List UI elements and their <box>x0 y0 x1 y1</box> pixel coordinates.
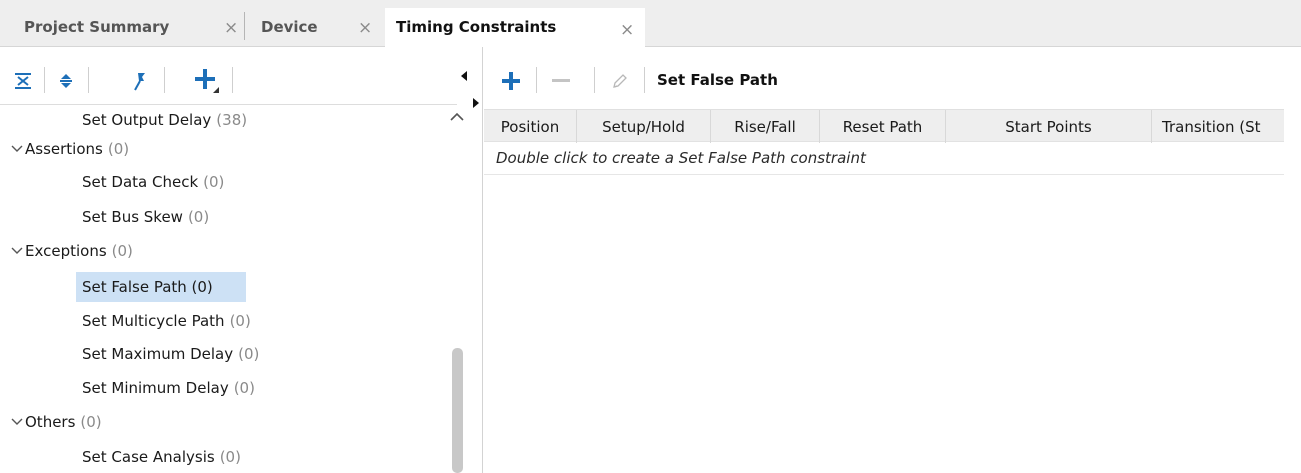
column-header-transition[interactable]: Transition (St <box>1152 110 1284 143</box>
toolbar-divider <box>644 67 645 93</box>
close-icon[interactable]: × <box>224 20 238 37</box>
close-icon[interactable]: × <box>620 22 634 39</box>
constraints-tree: Set Output Delay (38) Assertions (0) Set… <box>0 106 444 473</box>
toolbar-divider <box>88 67 89 93</box>
table-header: Position Setup/Hold Rise/Fall Reset Path… <box>484 109 1284 143</box>
toolbar-divider <box>44 67 45 93</box>
tree-item-label: Set Multicycle Path <box>82 312 225 330</box>
tree-group-label: Others <box>25 413 76 431</box>
column-header-reset-path[interactable]: Reset Path <box>820 110 946 143</box>
tree-toolbar <box>0 57 460 105</box>
tab-label: Device <box>261 18 318 36</box>
toolbar-divider <box>232 67 233 93</box>
tree-item-set-maximum-delay[interactable]: Set Maximum Delay (0) <box>0 339 444 369</box>
toolbar-divider <box>536 67 537 93</box>
tree-item-count: (0) <box>187 208 210 226</box>
tree-item-count: (0) <box>233 379 255 397</box>
tree-item-count: (0) <box>238 345 260 363</box>
tree-item-set-case-analysis[interactable]: Set Case Analysis (0) <box>0 442 444 472</box>
toolbar-divider <box>164 67 165 93</box>
tab-device[interactable]: Device × <box>245 8 385 47</box>
constraint-toolbar: Set False Path <box>484 57 1301 105</box>
tree-item-count: (0) <box>219 448 241 466</box>
tab-label: Project Summary <box>24 18 170 36</box>
toolbar-divider <box>594 67 595 93</box>
editor-tab-bar: Project Summary × Device × Timing Constr… <box>0 0 1301 47</box>
tree-item-label: Set False Path (0) <box>82 278 213 296</box>
tree-item-count: (38) <box>216 111 248 129</box>
tree-group-exceptions[interactable]: Exceptions (0) <box>0 236 444 266</box>
tree-item-count: (0) <box>107 140 130 158</box>
tree-item-label: Set Output Delay <box>82 111 212 129</box>
remove-icon[interactable] <box>546 65 576 97</box>
tree-group-assertions[interactable]: Assertions (0) <box>0 134 444 164</box>
scrollbar-thumb[interactable] <box>452 348 463 473</box>
toolbar-border <box>0 104 457 105</box>
tree-group-others[interactable]: Others (0) <box>0 407 444 437</box>
tree-group-label: Exceptions <box>25 242 107 260</box>
tree-item-set-false-path[interactable]: Set False Path (0) <box>0 272 444 302</box>
collapse-left-icon[interactable] <box>460 70 468 82</box>
tree-item-count: (0) <box>111 242 133 260</box>
edit-icon[interactable] <box>607 65 633 97</box>
tab-timing-constraints[interactable]: Timing Constraints × <box>385 8 645 47</box>
tree-group-label: Assertions <box>25 140 103 158</box>
tree-item-count: (0) <box>203 173 225 191</box>
constraint-type-title: Set False Path <box>657 71 778 89</box>
chevron-down-icon[interactable] <box>11 415 23 427</box>
constraints-table: Position Setup/Hold Rise/Fall Reset Path… <box>484 109 1284 473</box>
scroll-up-icon[interactable] <box>448 109 466 125</box>
tree-item-label: Set Maximum Delay <box>82 345 234 363</box>
tree-item-label: Set Bus Skew <box>82 208 183 226</box>
column-header-rise-fall[interactable]: Rise/Fall <box>711 110 820 143</box>
panel-splitter[interactable] <box>472 47 483 473</box>
tree-item-count: (0) <box>80 413 102 431</box>
tab-label: Timing Constraints <box>396 18 557 36</box>
tree-item-label: Set Data Check <box>82 173 199 191</box>
tree-item-count: (0) <box>229 312 251 330</box>
tree-item-set-multicycle-path[interactable]: Set Multicycle Path (0) <box>0 306 444 336</box>
tree-item-set-bus-skew[interactable]: Set Bus Skew (0) <box>0 202 444 232</box>
tree-item-set-data-check[interactable]: Set Data Check (0) <box>0 167 444 197</box>
expand-right-icon[interactable] <box>472 97 480 109</box>
tab-project-summary[interactable]: Project Summary × <box>0 8 244 47</box>
chevron-down-icon[interactable] <box>11 244 23 256</box>
chevron-down-icon[interactable] <box>11 142 23 154</box>
tree-item-set-output-delay[interactable]: Set Output Delay (38) <box>0 106 444 134</box>
column-header-start-points[interactable]: Start Points <box>946 110 1152 143</box>
tree-item-label: Set Minimum Delay <box>82 379 229 397</box>
pin-icon[interactable] <box>127 65 153 97</box>
add-constraint-icon[interactable] <box>191 65 225 97</box>
expand-all-icon[interactable] <box>53 65 79 97</box>
empty-table-hint[interactable]: Double click to create a Set False Path … <box>484 142 1284 175</box>
collapse-all-icon[interactable] <box>10 65 36 97</box>
column-header-position[interactable]: Position <box>484 110 577 143</box>
tree-item-label: Set Case Analysis <box>82 448 215 466</box>
column-header-setup-hold[interactable]: Setup/Hold <box>577 110 711 143</box>
close-icon[interactable]: × <box>358 20 372 37</box>
tree-item-set-minimum-delay[interactable]: Set Minimum Delay (0) <box>0 373 444 403</box>
add-icon[interactable] <box>498 65 524 97</box>
